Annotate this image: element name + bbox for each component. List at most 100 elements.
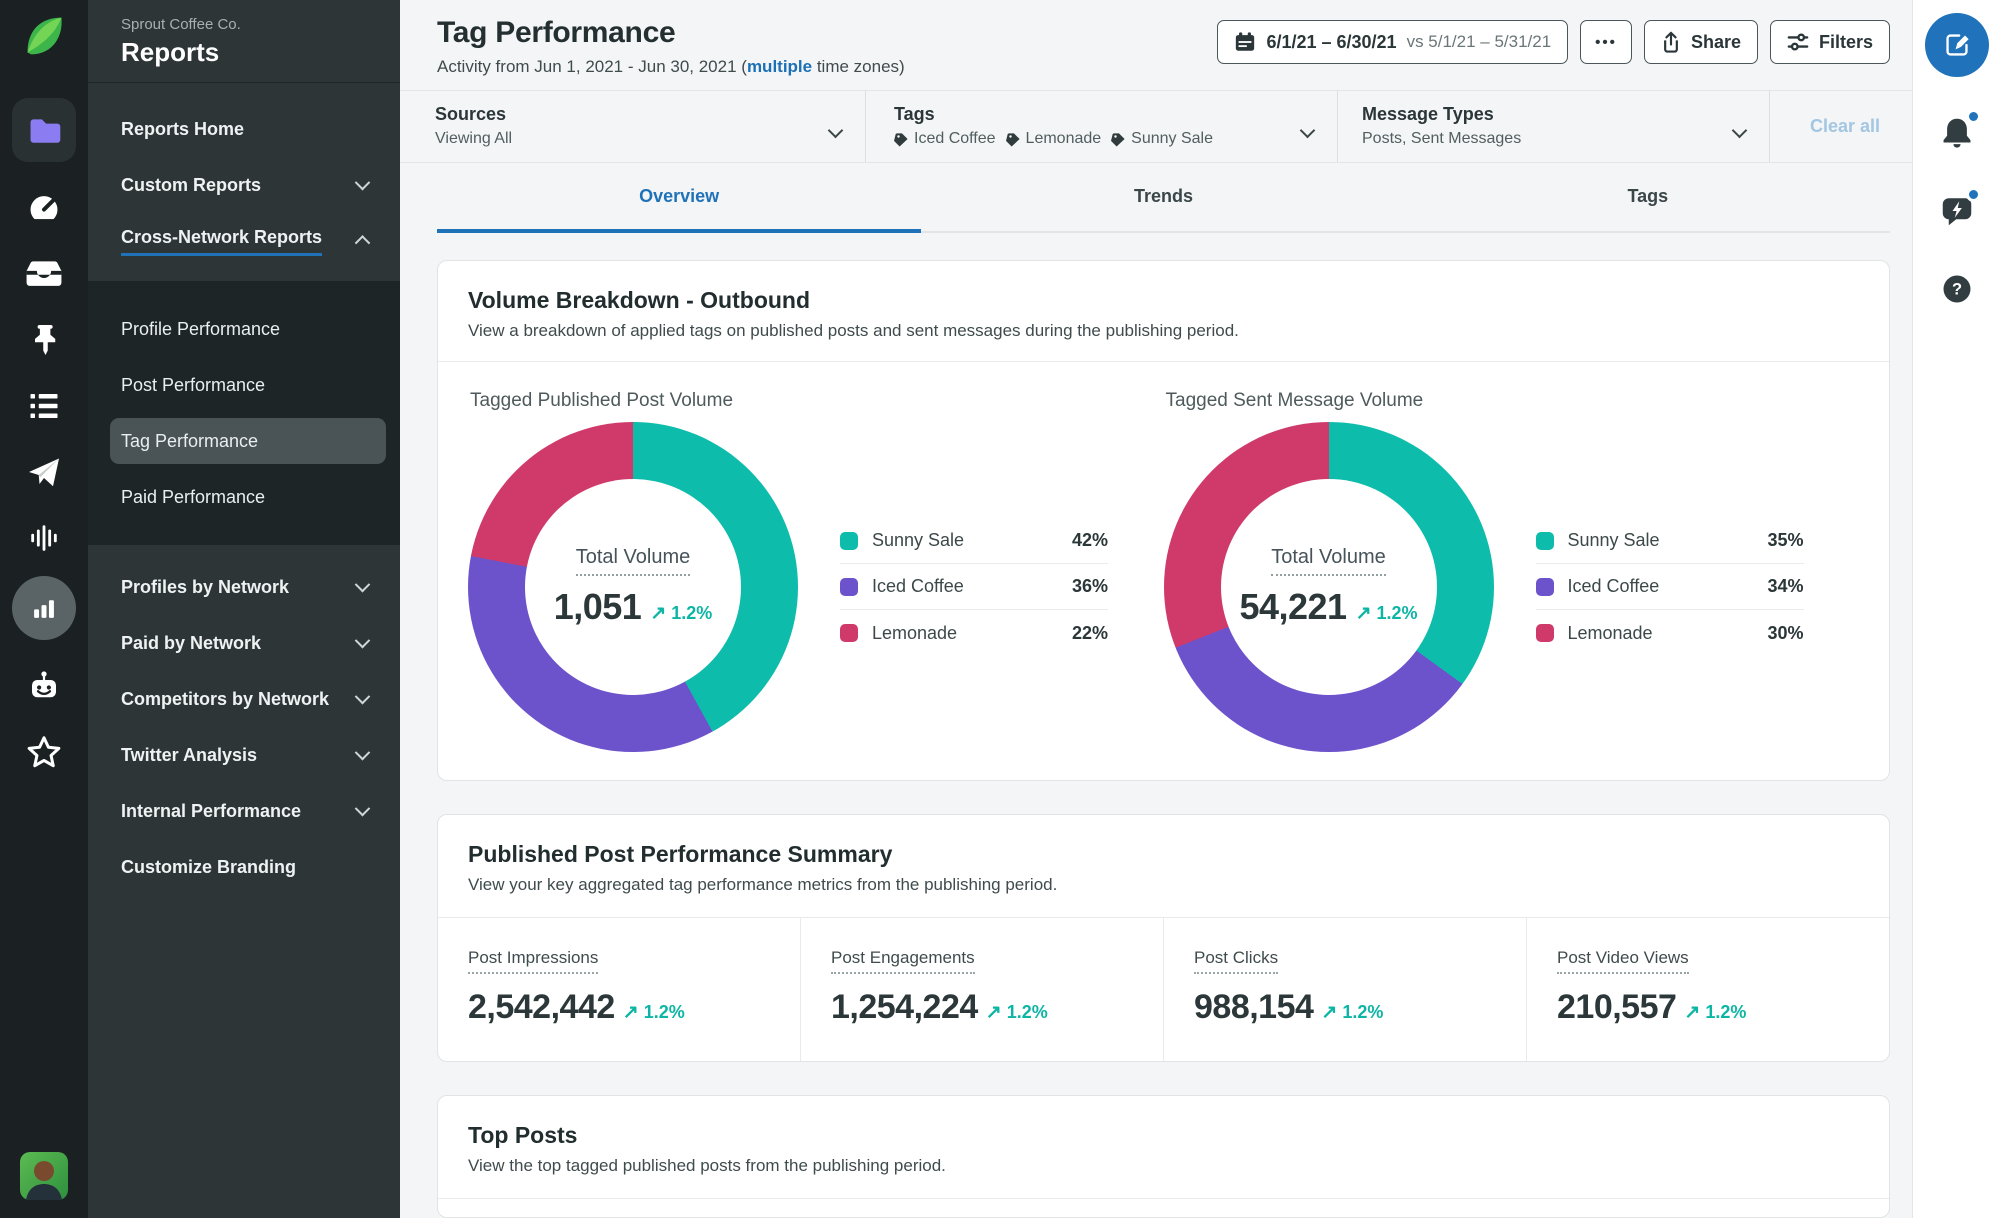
main-content: Tag Performance Activity from Jun 1, 202… (400, 0, 1912, 1218)
metric-post-video-views: Post Video Views 210,557 ↗ 1.2% (1526, 918, 1889, 1061)
donut-chart-sent-messages[interactable]: Total Volume 54,221 ↗ 1.2% (1163, 422, 1494, 752)
multiple-timezones-link[interactable]: multiple (747, 57, 812, 76)
rail-item-send[interactable] (24, 452, 64, 492)
rail-item-queue[interactable] (24, 386, 64, 426)
whats-new-button[interactable] (1935, 187, 1981, 233)
metric-label[interactable]: Post Clicks (1194, 948, 1279, 974)
card-title: Published Post Performance Summary (468, 841, 893, 867)
help-button[interactable]: ? (1935, 267, 1979, 311)
sidebar-item-profiles-by-network[interactable]: Profiles by Network (88, 559, 400, 615)
clear-all-button[interactable]: Clear all (1770, 91, 1912, 162)
metric-value: 988,154 (1194, 988, 1314, 1026)
tags-label: Tags (894, 104, 935, 124)
sidebar-item-label: Internal Performance (121, 800, 302, 821)
chevron-down-icon (354, 174, 371, 190)
rail-item-automation[interactable] (24, 666, 64, 706)
trend-badge: ↗ 1.2% (1321, 1002, 1384, 1023)
sidebar-item-post-performance[interactable]: Post Performance (88, 357, 400, 413)
waveform-icon (31, 525, 57, 551)
sidebar-item-customize-branding[interactable]: Customize Branding (88, 839, 400, 895)
legend-swatch (840, 624, 858, 642)
utility-rail: ? (1912, 0, 2000, 1218)
sidebar-item-tag-performance-active[interactable]: Tag Performance (110, 418, 386, 464)
date-range-value: 6/1/21 – 6/30/21 (1266, 31, 1397, 52)
report-content: Volume Breakdown - Outbound View a break… (400, 233, 1912, 1218)
question-mark-icon: ? (1943, 275, 1970, 303)
rail-item-dashboard[interactable] (24, 188, 64, 228)
tag-chip: Lemonade (1005, 130, 1102, 148)
notifications-button[interactable] (1935, 109, 1981, 155)
message-types-label: Message Types (1362, 104, 1494, 124)
rail-item-publishing[interactable] (24, 320, 64, 360)
legend-row: Lemonade 30% (1535, 610, 1804, 656)
sources-filter[interactable]: Sources Viewing All (400, 91, 866, 162)
rail-item-listening[interactable] (24, 518, 64, 558)
chevron-down-icon (354, 744, 371, 760)
metric-label[interactable]: Post Video Views (1557, 948, 1689, 974)
tag-chip-label: Lemonade (1025, 130, 1102, 147)
donut-chart-published[interactable]: Total Volume 1,051 ↗ 1.2% (468, 422, 798, 752)
tab-tags[interactable]: Tags (1406, 163, 1890, 233)
sidebar-item-cross-network-reports[interactable]: Cross-Network Reports (88, 213, 400, 269)
sidebar-item-reports-home[interactable]: Reports Home (88, 101, 400, 157)
metric-label[interactable]: Post Engagements (831, 948, 975, 974)
tag-icon (894, 132, 908, 147)
reports-sidebar: Sprout Coffee Co. Reports Reports Home C… (88, 0, 400, 1218)
tags-filter[interactable]: Tags Iced Coffee Lemonade Sunny Sale (866, 91, 1338, 162)
message-types-value: Posts, Sent Messages (1362, 130, 1522, 147)
legend-label: Lemonade (1567, 622, 1653, 643)
trend-up-icon: ↗ (985, 1002, 1002, 1023)
metric-value: 210,557 (1557, 988, 1677, 1026)
share-button[interactable]: Share (1643, 20, 1758, 64)
legend-value: 22% (1071, 622, 1108, 643)
legend-value: 34% (1767, 576, 1804, 596)
chevron-down-icon (354, 688, 371, 704)
sidebar-item-twitter-analysis[interactable]: Twitter Analysis (88, 727, 400, 783)
sidebar-item-paid-performance[interactable]: Paid Performance (88, 469, 400, 525)
legend-row: Sunny Sale 35% (1535, 518, 1804, 564)
sidebar-item-label: Custom Reports (121, 174, 262, 195)
metric-label[interactable]: Post Impressions (468, 948, 599, 974)
notification-dot (1965, 187, 1981, 202)
list-icon (30, 394, 58, 418)
more-options-button[interactable]: ••• (1580, 20, 1632, 64)
rail-item-plan[interactable] (12, 98, 76, 162)
tab-overview[interactable]: Overview (437, 163, 922, 233)
trend-badge: ↗ 1.2% (1355, 603, 1418, 624)
sidebar-item-custom-reports[interactable]: Custom Reports (88, 157, 400, 213)
compose-button[interactable] (1924, 13, 1989, 77)
sources-label: Sources (435, 104, 507, 124)
rail-item-inbox[interactable] (24, 254, 64, 294)
sources-value: Viewing All (435, 130, 513, 147)
tab-trends[interactable]: Trends (921, 163, 1405, 233)
chart-title: Tagged Sent Message Volume (1165, 390, 1424, 411)
sidebar-item-label: Tag Performance (121, 430, 259, 451)
date-range-button[interactable]: 6/1/21 – 6/30/21 vs 5/1/21 – 5/31/21 (1217, 20, 1569, 64)
legend-swatch (840, 577, 858, 596)
notification-dot (1965, 109, 1981, 124)
sprout-logo-icon[interactable] (22, 14, 66, 58)
legend-label: Iced Coffee (872, 576, 964, 596)
trend-badge: ↗ 1.2% (650, 603, 713, 624)
legend-label: Iced Coffee (1567, 576, 1660, 596)
legend-value: 30% (1767, 622, 1804, 643)
paper-plane-icon (29, 458, 59, 487)
compose-icon (1945, 34, 1969, 56)
legend-row: Iced Coffee 36% (840, 564, 1108, 610)
message-types-filter[interactable]: Message Types Posts, Sent Messages (1338, 91, 1770, 162)
org-name: Sprout Coffee Co. (121, 16, 241, 33)
sidebar-item-internal-performance[interactable]: Internal Performance (88, 783, 400, 839)
filters-button[interactable]: Filters (1769, 20, 1890, 64)
card-title: Volume Breakdown - Outbound (468, 287, 811, 313)
sidebar-item-profile-performance[interactable]: Profile Performance (88, 301, 400, 357)
sidebar-item-label: Profile Performance (121, 318, 281, 339)
sidebar-item-label: Cross-Network Reports (121, 227, 323, 256)
sidebar-item-competitors-by-network[interactable]: Competitors by Network (88, 671, 400, 727)
rail-item-reports-active[interactable] (12, 576, 76, 640)
share-label: Share (1690, 31, 1741, 52)
user-avatar[interactable] (20, 1152, 68, 1200)
sidebar-item-paid-by-network[interactable]: Paid by Network (88, 615, 400, 671)
legend-row: Sunny Sale 42% (840, 518, 1108, 564)
rail-item-favorites[interactable] (24, 732, 64, 772)
sidebar-item-label: Customize Branding (121, 856, 297, 877)
